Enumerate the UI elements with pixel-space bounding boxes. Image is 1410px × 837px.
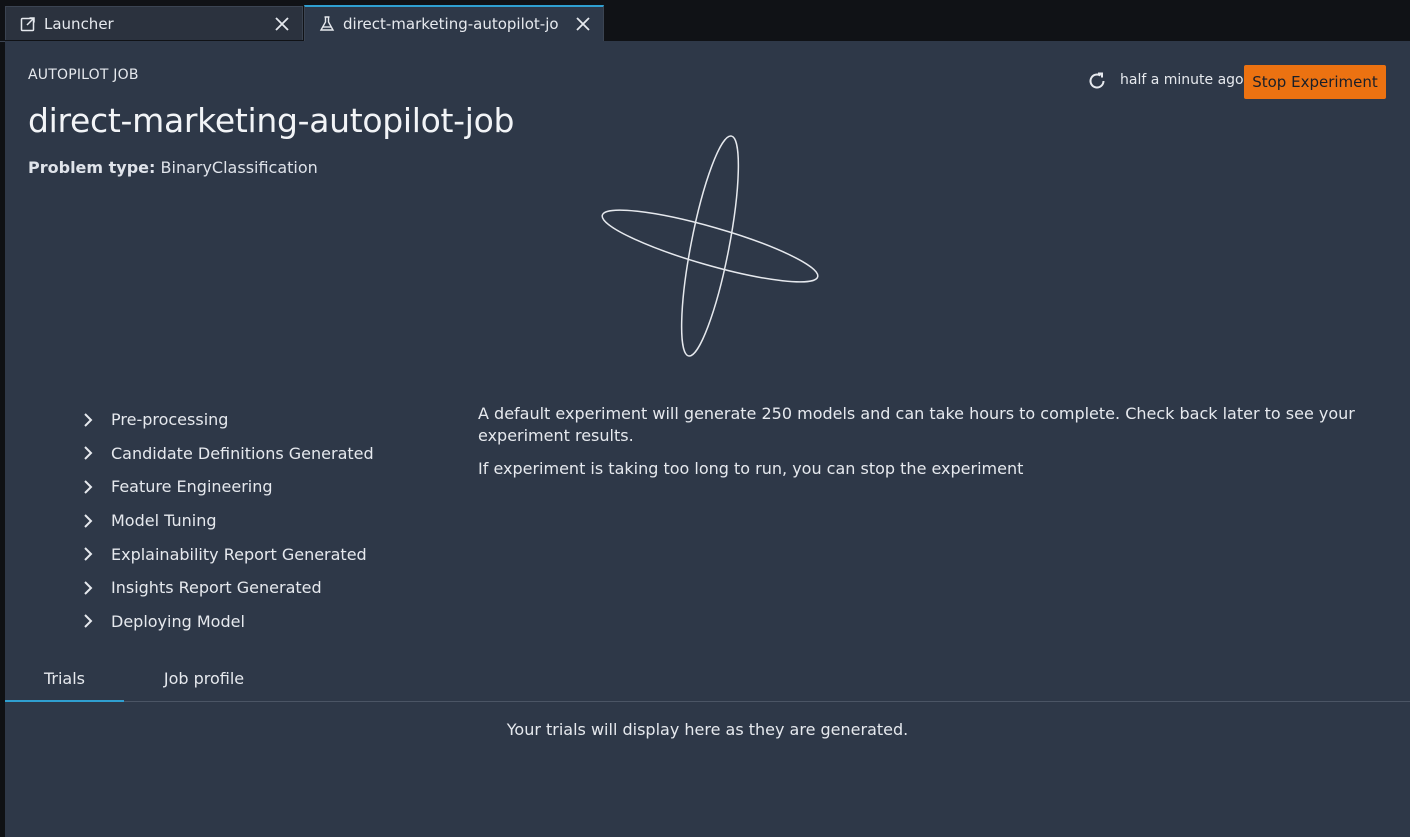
experiment-info-line: A default experiment will generate 250 m… xyxy=(478,404,1355,445)
problem-type-value: BinaryClassification xyxy=(160,158,318,177)
close-icon[interactable] xyxy=(274,16,290,32)
chevron-right-icon xyxy=(79,579,97,597)
chevron-right-icon xyxy=(79,545,97,563)
step-label: Feature Engineering xyxy=(111,477,273,497)
step-label: Candidate Definitions Generated xyxy=(111,443,374,463)
tab-trials[interactable]: Trials xyxy=(5,657,124,702)
chevron-right-icon xyxy=(79,612,97,630)
experiment-info: A default experiment will generate 250 m… xyxy=(478,403,1358,491)
problem-type: Problem type: BinaryClassification xyxy=(28,158,318,177)
last-updated: half a minute ago xyxy=(1120,72,1244,88)
step-candidate-definitions[interactable]: Candidate Definitions Generated xyxy=(79,437,374,471)
step-label: Model Tuning xyxy=(111,511,217,531)
tab-autopilot-job-label: direct-marketing-autopilot-jo xyxy=(343,15,559,33)
external-launch-icon xyxy=(20,16,36,32)
page-title: direct-marketing-autopilot-job xyxy=(28,101,515,140)
tab-job-profile[interactable]: Job profile xyxy=(124,657,284,700)
tab-bar: Launcher direct-marketing-autopilot-jo xyxy=(0,0,1410,42)
step-label: Deploying Model xyxy=(111,611,245,631)
refresh-icon[interactable] xyxy=(1087,71,1107,91)
content-tabs: Trials Job profile xyxy=(5,657,1410,702)
close-icon[interactable] xyxy=(575,16,591,32)
loading-spinner-icon xyxy=(601,135,819,357)
chevron-right-icon xyxy=(79,478,97,496)
tab-launcher[interactable]: Launcher xyxy=(5,6,303,40)
step-label: Pre-processing xyxy=(111,410,229,430)
step-insights-report[interactable]: Insights Report Generated xyxy=(79,571,374,605)
step-explainability-report[interactable]: Explainability Report Generated xyxy=(79,537,374,571)
chevron-right-icon xyxy=(79,512,97,530)
step-deploying-model[interactable]: Deploying Model xyxy=(79,605,374,639)
problem-type-label: Problem type: xyxy=(28,158,156,177)
chevron-right-icon xyxy=(79,411,97,429)
tab-autopilot-job[interactable]: direct-marketing-autopilot-jo xyxy=(304,5,604,41)
page-eyebrow: AUTOPILOT JOB xyxy=(28,67,139,83)
step-label: Insights Report Generated xyxy=(111,578,322,598)
trials-empty-message: Your trials will display here as they ar… xyxy=(506,720,909,739)
chevron-right-icon xyxy=(79,444,97,462)
flask-icon xyxy=(319,16,335,32)
experiment-info-line: If experiment is taking too long to run,… xyxy=(478,459,1024,478)
step-feature-engineering[interactable]: Feature Engineering xyxy=(79,470,374,504)
step-label: Explainability Report Generated xyxy=(111,544,367,564)
stop-experiment-button[interactable]: Stop Experiment xyxy=(1244,65,1386,99)
job-steps-list: Pre-processing Candidate Definitions Gen… xyxy=(79,403,374,638)
autopilot-job-panel: AUTOPILOT JOB direct-marketing-autopilot… xyxy=(5,41,1410,837)
step-pre-processing[interactable]: Pre-processing xyxy=(79,403,374,437)
tab-launcher-label: Launcher xyxy=(44,14,114,33)
step-model-tuning[interactable]: Model Tuning xyxy=(79,504,374,538)
